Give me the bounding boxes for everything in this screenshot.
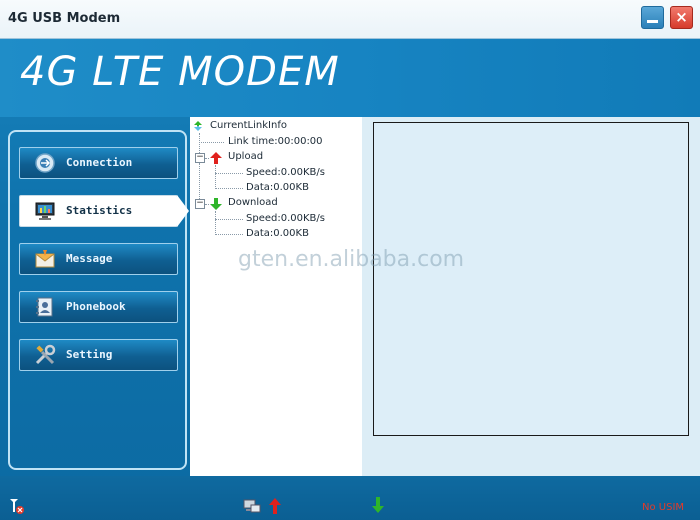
tree-download-label: Download — [228, 197, 278, 208]
tree-upload-data: Data:0.00KB — [246, 182, 309, 193]
tree-upload-speed: Speed:0.00KB/s — [246, 167, 325, 178]
tree-collapse-toggle-download[interactable]: − — [195, 199, 205, 209]
sidebar-item-phonebook[interactable]: Phonebook — [19, 291, 178, 323]
tree-download-speed: Speed:0.00KB/s — [246, 213, 325, 224]
minimize-button[interactable] — [641, 6, 664, 29]
sim-status-text: No USIM — [642, 502, 685, 513]
sidebar-item-statistics[interactable]: Statistics — [19, 195, 189, 227]
sidebar-item-connection[interactable]: Connection — [19, 147, 178, 179]
tree-connector — [215, 234, 243, 235]
tree-upload-label: Upload — [228, 151, 264, 162]
tree-connector — [215, 173, 243, 174]
computer-network-icon — [243, 499, 261, 513]
tree-connector — [199, 142, 224, 143]
watermark: gten.en.alibaba.com — [238, 247, 465, 272]
tree-connector — [215, 211, 216, 235]
tree-connector — [215, 188, 243, 189]
transfer-arrows-icon — [194, 121, 202, 131]
sidebar-item-label: Message — [66, 252, 113, 265]
tree-connector — [215, 219, 243, 220]
traffic-graph-area — [373, 122, 689, 436]
sidebar-item-message[interactable]: Message — [19, 243, 178, 275]
sidebar: Connection Statistics Message Phonebook … — [8, 130, 189, 470]
signal-disabled-icon — [10, 499, 24, 514]
close-icon: × — [675, 8, 688, 26]
download-arrow-icon — [210, 198, 222, 210]
link-info-tree: CurrentLinkInfo Link time:00:00:00 − Upl… — [190, 117, 362, 476]
tree-collapse-toggle-upload[interactable]: − — [195, 153, 205, 163]
tree-root-label: CurrentLinkInfo — [210, 120, 287, 131]
download-status-arrow-icon — [372, 497, 384, 513]
app-window: 4G USB Modem × 4G LTE MODEM Connection S… — [0, 0, 700, 520]
contact-book-icon — [36, 297, 53, 317]
tree-connector — [199, 163, 200, 203]
sidebar-item-label: Phonebook — [66, 300, 126, 313]
envelope-icon — [35, 250, 55, 268]
window-title: 4G USB Modem — [8, 11, 121, 26]
sidebar-item-label: Setting — [66, 348, 113, 361]
upload-status-arrow-icon — [269, 498, 281, 514]
tree-download-data: Data:0.00KB — [246, 228, 309, 239]
sidebar-item-label: Connection — [66, 156, 133, 169]
sidebar-item-label: Statistics — [66, 204, 133, 217]
upload-arrow-icon — [210, 152, 222, 164]
tools-icon — [35, 344, 56, 365]
sidebar-item-setting[interactable]: Setting — [19, 339, 178, 371]
connection-icon — [35, 153, 55, 173]
tree-connector — [215, 165, 216, 189]
banner: 4G LTE MODEM — [0, 39, 700, 117]
banner-title: 4G LTE MODEM — [20, 49, 340, 95]
title-bar: 4G USB Modem × — [0, 0, 700, 39]
monitor-icon — [35, 202, 55, 220]
status-bar — [0, 476, 700, 520]
close-button[interactable]: × — [670, 6, 693, 29]
tree-link-time: Link time:00:00:00 — [228, 136, 323, 147]
